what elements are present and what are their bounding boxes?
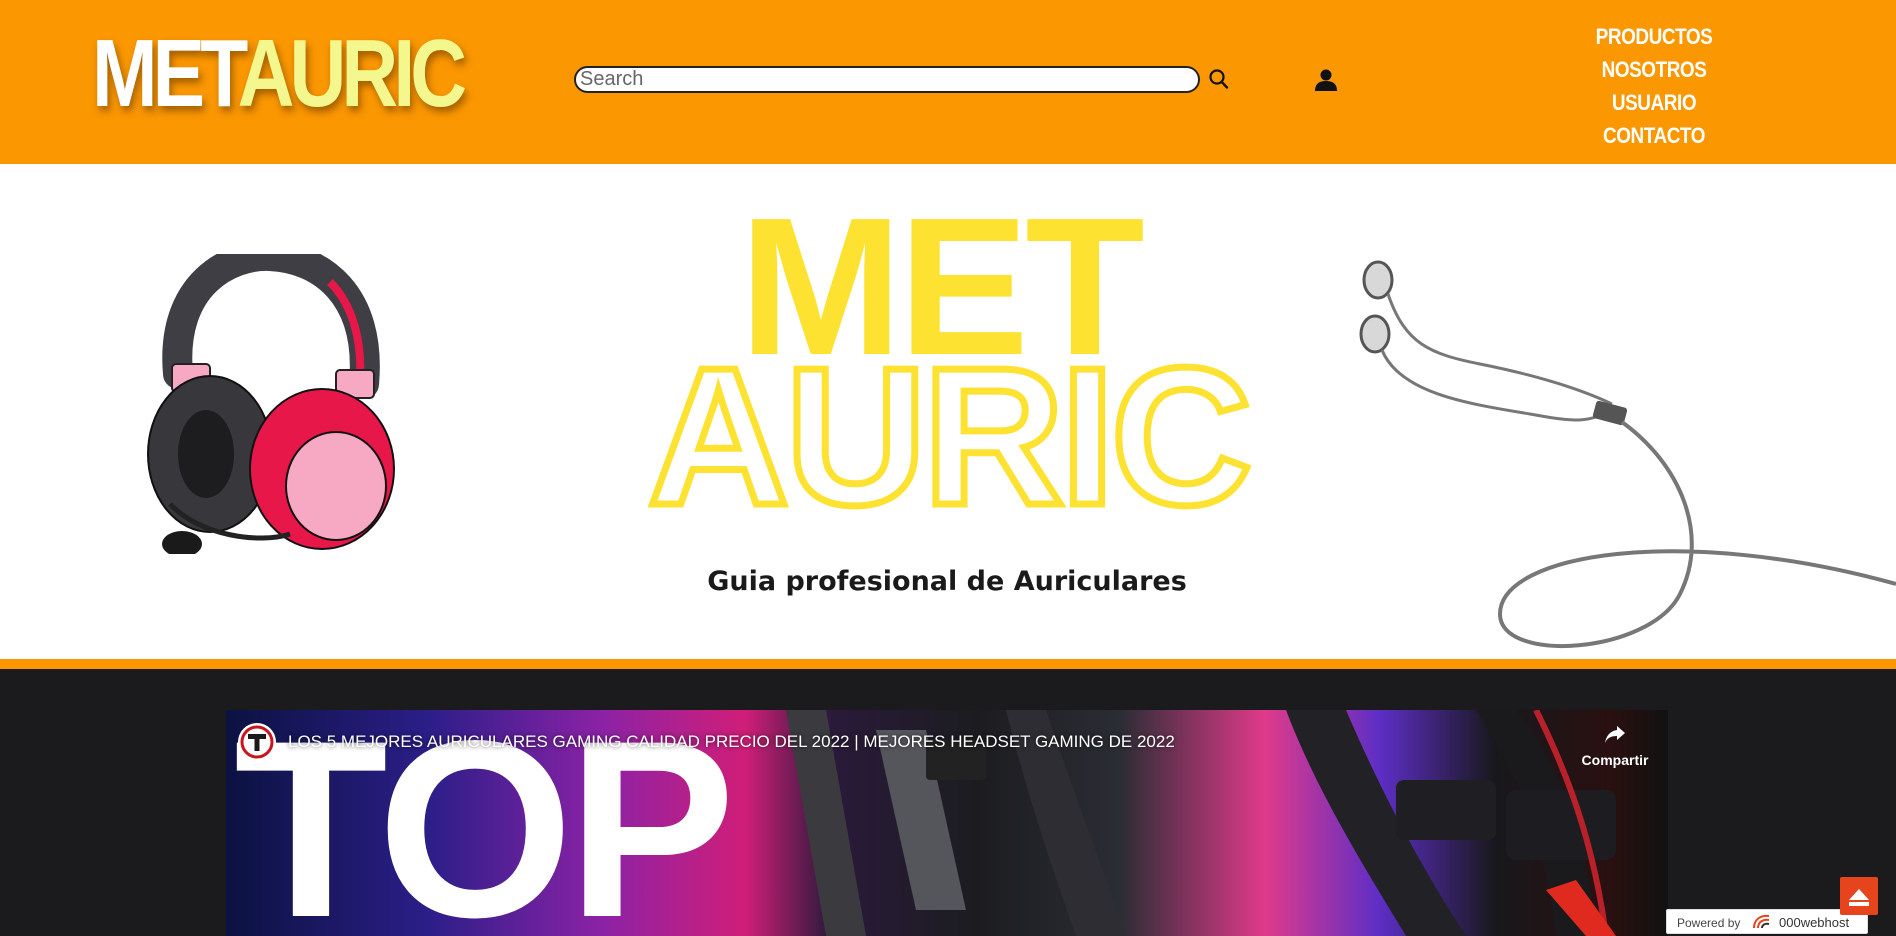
hero-title-auric: AURIC xyxy=(644,327,1256,546)
video-title[interactable]: LOS 5 MEJORES AURICULARES GAMING CALIDAD… xyxy=(288,732,1288,752)
nav-link-contacto[interactable]: CONTACTO xyxy=(1590,119,1717,152)
search-icon xyxy=(1209,69,1229,89)
user-account-button[interactable] xyxy=(1312,66,1340,94)
youtube-video-embed[interactable]: TOP LOS 5 MEJORES AURICULARES GAMING CAL… xyxy=(226,710,1668,936)
share-button[interactable]: Compartir xyxy=(1570,720,1660,774)
channel-logo-icon xyxy=(240,725,274,759)
nav-link-nosotros[interactable]: NOSOTROS xyxy=(1590,53,1717,86)
hero-subtitle: Guia profesional de Auriculares xyxy=(707,566,1187,597)
site-logo[interactable]: METAURIC xyxy=(92,20,467,127)
user-icon xyxy=(1315,69,1337,91)
channel-avatar[interactable] xyxy=(238,723,276,761)
hero-banner: MET AURIC Guia profesional de Auriculare… xyxy=(0,164,1896,659)
host-logo-icon xyxy=(1753,914,1770,929)
site-header: METAURIC PRODUCTOS NOSOTROS USUARIO CONT… xyxy=(0,0,1896,164)
nav-link-productos[interactable]: PRODUCTOS xyxy=(1590,20,1717,53)
powered-by-label: Powered by xyxy=(1677,916,1741,930)
logo-part-auric: AURIC xyxy=(237,20,468,127)
powered-by-badge[interactable]: Powered by 000webhost xyxy=(1666,909,1868,934)
headphones-illustration xyxy=(147,254,395,554)
scroll-top-icon xyxy=(1849,889,1869,906)
logo-part-met: MET xyxy=(92,20,242,127)
search-input[interactable] xyxy=(574,66,1200,93)
main-nav: PRODUCTOS NOSOTROS USUARIO CONTACTO xyxy=(1580,20,1728,152)
search-button[interactable] xyxy=(1206,67,1232,93)
share-icon xyxy=(1605,726,1625,743)
earbuds-illustration xyxy=(1359,260,1896,648)
hero-divider xyxy=(0,659,1896,669)
scroll-to-top-button[interactable] xyxy=(1840,877,1878,915)
host-brand-name: 000webhost xyxy=(1779,915,1850,930)
share-label: Compartir xyxy=(1581,752,1649,768)
nav-link-usuario[interactable]: USUARIO xyxy=(1590,86,1717,119)
